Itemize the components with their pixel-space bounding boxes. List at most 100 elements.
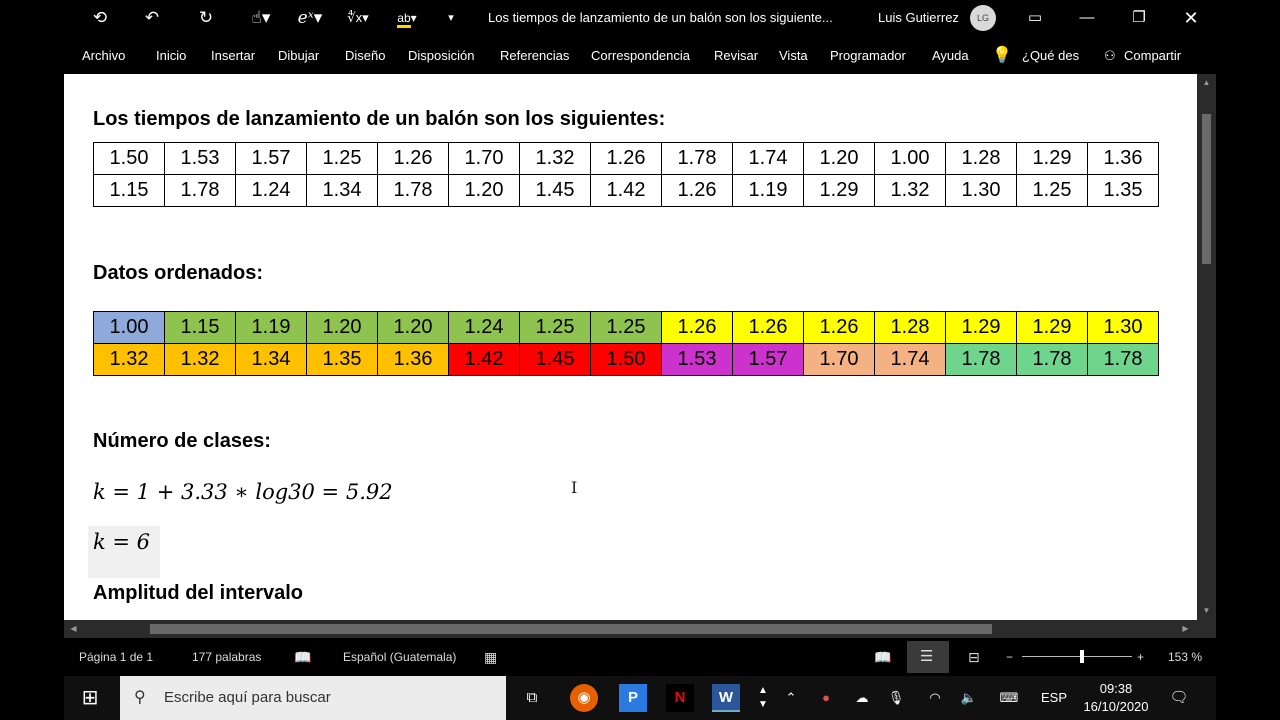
avatar[interactable]: LG [970, 5, 996, 31]
vertical-scroll-thumb[interactable] [1202, 114, 1211, 264]
table-cell: 1.30 [1087, 311, 1159, 344]
table-cell: 1.26 [377, 142, 449, 175]
formula-k-result: k = 6 [93, 530, 151, 554]
restore-icon[interactable]: ❐ [1116, 0, 1162, 36]
table-cell: 1.00 [874, 142, 946, 175]
language-status[interactable]: Español (Guatemala) [343, 638, 456, 676]
zoom-slider-thumb[interactable] [1080, 650, 1084, 663]
tab-insertar[interactable]: Insertar [211, 36, 255, 76]
customize-toolbar-icon[interactable]: ▾ [442, 6, 460, 30]
word-taskbar-icon[interactable]: W [712, 684, 740, 712]
table-cell: 1.20 [448, 174, 520, 207]
word-count[interactable]: 177 palabras [192, 638, 261, 676]
horizontal-scrollbar[interactable]: ◀ ▶ [64, 620, 1197, 638]
close-icon[interactable]: ✕ [1168, 0, 1214, 36]
tab-correspondencia[interactable]: Correspondencia [591, 36, 690, 76]
vertical-scrollbar[interactable]: ▲ ▼ [1197, 74, 1216, 620]
zoom-out-icon[interactable]: − [1006, 638, 1013, 676]
table-cell: 1.29 [945, 311, 1017, 344]
tab-dibujar[interactable]: Dibujar [278, 36, 319, 76]
read-mode-icon[interactable]: 📖 [874, 638, 891, 676]
wifi-icon[interactable]: ◠ [924, 676, 946, 720]
table-row: 1.50 1.53 1.57 1.25 1.26 1.70 1.32 1.26 1.78 1.74… [93, 142, 1159, 175]
input-language[interactable]: ESP [1040, 676, 1068, 720]
table-cell: 1.35 [306, 343, 378, 376]
firefox-icon[interactable]: ◉ [570, 684, 598, 712]
scroll-right-icon[interactable]: ▶ [1176, 624, 1195, 633]
zoom-in-icon[interactable]: + [1137, 638, 1144, 676]
table-cell: 1.24 [448, 311, 520, 344]
table-cell: 1.50 [590, 343, 662, 376]
tab-ayuda[interactable]: Ayuda [932, 36, 969, 76]
table-cell: 1.32 [164, 343, 236, 376]
redo-icon[interactable]: ↻ [194, 6, 218, 30]
table-cell: 1.19 [732, 174, 804, 207]
clock[interactable]: 09:38 16/10/2020 [1076, 676, 1156, 716]
touch-mode-icon[interactable]: ☝▾ [244, 6, 278, 30]
keyboard-icon[interactable]: ⌨ [994, 676, 1024, 720]
autosave-icon[interactable]: ⟲ [88, 6, 112, 30]
taskbar: ⊞ ⚲ Escribe aquí para buscar ⧉ ◉ P N W ▲… [64, 676, 1216, 720]
taskbar-search[interactable]: ⚲ Escribe aquí para buscar [120, 676, 506, 720]
table-cell: 1.32 [519, 142, 591, 175]
antivirus-icon[interactable]: ● [816, 676, 836, 720]
heading-numero-clases: Número de clases: [93, 430, 271, 452]
tab-disposicion[interactable]: Disposición [408, 36, 474, 76]
taskbar-overflow-icon[interactable]: ▲ ▼ [754, 684, 772, 712]
equation-icon[interactable]: eˣ▾ [292, 6, 328, 30]
ribbon-display-icon[interactable]: ▭ [1012, 0, 1058, 36]
search-icon: ⚲ [134, 689, 146, 706]
tell-me-box[interactable]: ¿Qué des [1022, 36, 1079, 76]
table-cell: 1.74 [874, 343, 946, 376]
page-count[interactable]: Página 1 de 1 [79, 638, 153, 676]
spelling-icon[interactable]: ab▾ [390, 6, 424, 30]
web-layout-icon[interactable]: ⊟ [968, 638, 980, 676]
table-cell: 1.78 [1016, 343, 1088, 376]
tab-diseno[interactable]: Diseño [345, 36, 385, 76]
document-page[interactable]: Los tiempos de lanzamiento de un balón s… [64, 74, 1197, 620]
heading-datos-ordenados: Datos ordenados: [93, 262, 264, 284]
zoom-level[interactable]: 153 % [1168, 638, 1202, 676]
tab-referencias[interactable]: Referencias [500, 36, 569, 76]
table-cell: 1.20 [377, 311, 449, 344]
microphone-icon[interactable]: 🎙 [886, 676, 906, 720]
tab-archivo[interactable]: Archivo [82, 36, 125, 76]
zoom-slider[interactable] [1022, 656, 1132, 657]
undo-icon[interactable]: ↶ [140, 6, 164, 30]
horizontal-scroll-thumb[interactable] [150, 624, 992, 634]
table-cell: 1.26 [661, 174, 733, 207]
search-placeholder: Escribe aquí para buscar [164, 689, 331, 706]
notifications-icon[interactable]: 🗨 [1166, 676, 1192, 720]
formula-k-calc: k = 1 + 3.33 ∗ log30 = 5.92 [93, 480, 393, 504]
print-layout-icon[interactable]: ☰ [920, 638, 933, 676]
macro-icon[interactable]: ▦ [484, 638, 497, 676]
scroll-down-icon[interactable]: ▼ [1197, 606, 1216, 615]
table-cell: 1.30 [945, 174, 1017, 207]
table-cell: 1.25 [1016, 174, 1088, 207]
table-cell: 1.70 [448, 142, 520, 175]
table-cell: 1.50 [93, 142, 165, 175]
tab-programador[interactable]: Programador [830, 36, 906, 76]
word-window: ⟲ ↶ ↻ ☝▾ eˣ▾ ∜x▾ ab▾ ▾ Los tiempos de la… [64, 0, 1216, 676]
tab-vista[interactable]: Vista [779, 36, 808, 76]
task-view-icon[interactable]: ⧉ [518, 684, 546, 712]
tab-inicio[interactable]: Inicio [156, 36, 186, 76]
windows-start-icon[interactable]: ⊞ [76, 684, 104, 712]
text-cursor-icon: I [571, 478, 578, 497]
scroll-left-icon[interactable]: ◀ [64, 624, 83, 633]
publisher-icon[interactable]: P [619, 684, 647, 712]
tab-revisar[interactable]: Revisar [714, 36, 758, 76]
table-cell: 1.15 [93, 174, 165, 207]
scroll-up-icon[interactable]: ▲ [1197, 78, 1216, 87]
proofing-icon[interactable]: 📖 [294, 638, 311, 676]
user-name[interactable]: Luis Gutierrez [878, 0, 959, 36]
table-cell: 1.45 [519, 343, 591, 376]
share-button[interactable]: Compartir [1124, 36, 1181, 76]
volume-icon[interactable]: 🔈 [958, 676, 980, 720]
table-cell: 1.70 [803, 343, 875, 376]
tray-chevron-icon[interactable]: ⌃ [782, 676, 800, 720]
radical-icon[interactable]: ∜x▾ [340, 6, 376, 30]
netflix-icon[interactable]: N [666, 684, 694, 712]
onedrive-icon[interactable]: ☁ [850, 676, 874, 720]
minimize-icon[interactable]: — [1064, 0, 1110, 36]
